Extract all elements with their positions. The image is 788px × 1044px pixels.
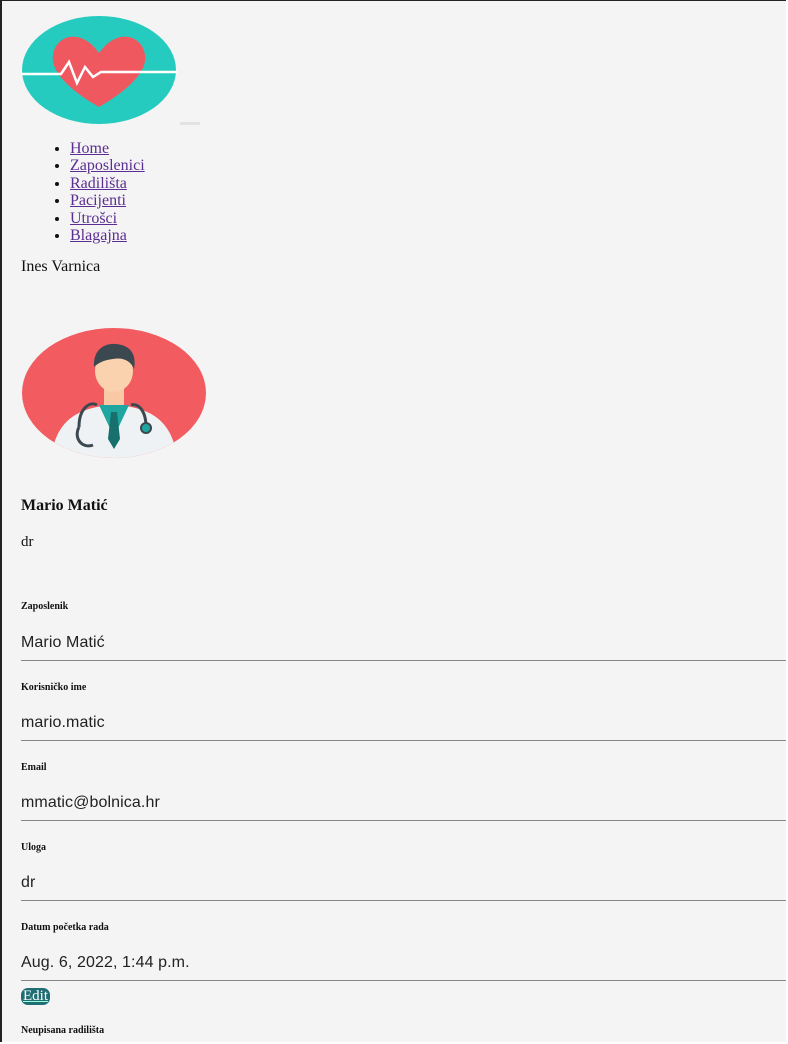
field-divider: [21, 900, 786, 901]
field-datum-pocetka-rada: Datum početka rada Aug. 6, 2022, 1:44 p.…: [21, 922, 786, 981]
nav-item-utrosci: Utrošci: [70, 210, 145, 227]
nav-item-pacijenti: Pacijenti: [70, 192, 145, 209]
nav-link-zaposlenici[interactable]: Zaposlenici: [70, 157, 145, 174]
profile-name: Mario Matić: [21, 497, 108, 514]
field-divider: [21, 980, 786, 981]
field-label: Korisničko ime: [21, 682, 87, 693]
field-value: dr: [21, 874, 36, 891]
field-value: mario.matic: [21, 714, 105, 731]
nav-link-utrosci[interactable]: Utrošci: [70, 210, 117, 227]
nav-link-blagajna[interactable]: Blagajna: [70, 227, 127, 244]
nav-item-home: Home: [70, 140, 145, 157]
current-user-name: Ines Varnica: [21, 258, 101, 275]
field-uloga: Uloga dr: [21, 842, 786, 901]
field-email: Email mmatic@bolnica.hr: [21, 762, 786, 821]
field-value: Mario Matić: [21, 634, 105, 651]
nav-item-zaposlenici: Zaposlenici: [70, 157, 145, 174]
main-nav: Home Zaposlenici Radilišta Pacijenti Utr…: [38, 140, 145, 244]
field-label: Zaposlenik: [21, 601, 69, 612]
field-divider: [21, 820, 786, 821]
field-label: Uloga: [21, 842, 46, 853]
unassigned-sites-heading: Neupisana radilišta: [21, 1025, 105, 1036]
field-label: Datum početka rada: [21, 922, 109, 933]
profile-role: dr: [21, 534, 34, 550]
nav-link-radilista[interactable]: Radilišta: [70, 175, 127, 192]
field-divider: [21, 660, 786, 661]
field-korisnicko-ime: Korisničko ime mario.matic: [21, 682, 786, 741]
field-label: Email: [21, 762, 47, 773]
field-zaposlenik: Zaposlenik Mario Matić: [21, 601, 786, 661]
field-divider: [21, 740, 786, 741]
field-value: mmatic@bolnica.hr: [21, 794, 160, 811]
logo-shadow: [180, 122, 200, 125]
doctor-avatar-icon: [22, 328, 206, 458]
nav-item-radilista: Radilišta: [70, 175, 145, 192]
edit-button[interactable]: Edit: [21, 988, 50, 1005]
nav-link-home[interactable]: Home: [70, 140, 109, 157]
heart-logo-icon: [21, 16, 177, 124]
nav-item-blagajna: Blagajna: [70, 227, 145, 244]
field-value: Aug. 6, 2022, 1:44 p.m.: [21, 954, 190, 971]
page: Home Zaposlenici Radilišta Pacijenti Utr…: [0, 0, 786, 1042]
nav-link-pacijenti[interactable]: Pacijenti: [70, 192, 126, 209]
